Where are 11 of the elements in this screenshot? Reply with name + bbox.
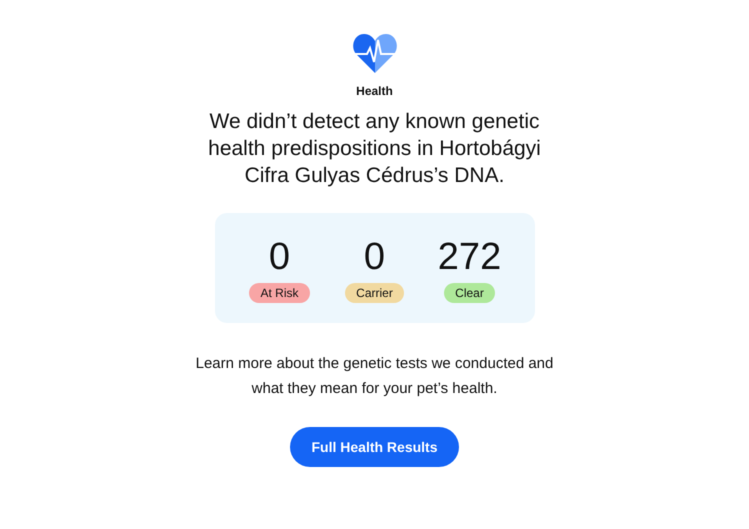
section-title: Health	[356, 84, 393, 98]
full-results-button[interactable]: Full Health Results	[290, 427, 459, 467]
count-value: 272	[438, 235, 502, 280]
status-pill: At Risk	[249, 283, 310, 303]
count-value: 0	[268, 235, 290, 280]
status-pill: Clear	[444, 283, 495, 303]
heart-pulse-icon	[352, 32, 396, 74]
status-pill: Carrier	[345, 283, 404, 303]
count-value: 0	[364, 235, 386, 280]
description: Learn more about the genetic tests we conducted and what they mean for your pet’s health.	[194, 354, 554, 399]
headline: We didn’t detect any known genetic health predispositions in Hortobágyi Cifra Gulyas Cédrus’s DNA.	[207, 109, 542, 189]
